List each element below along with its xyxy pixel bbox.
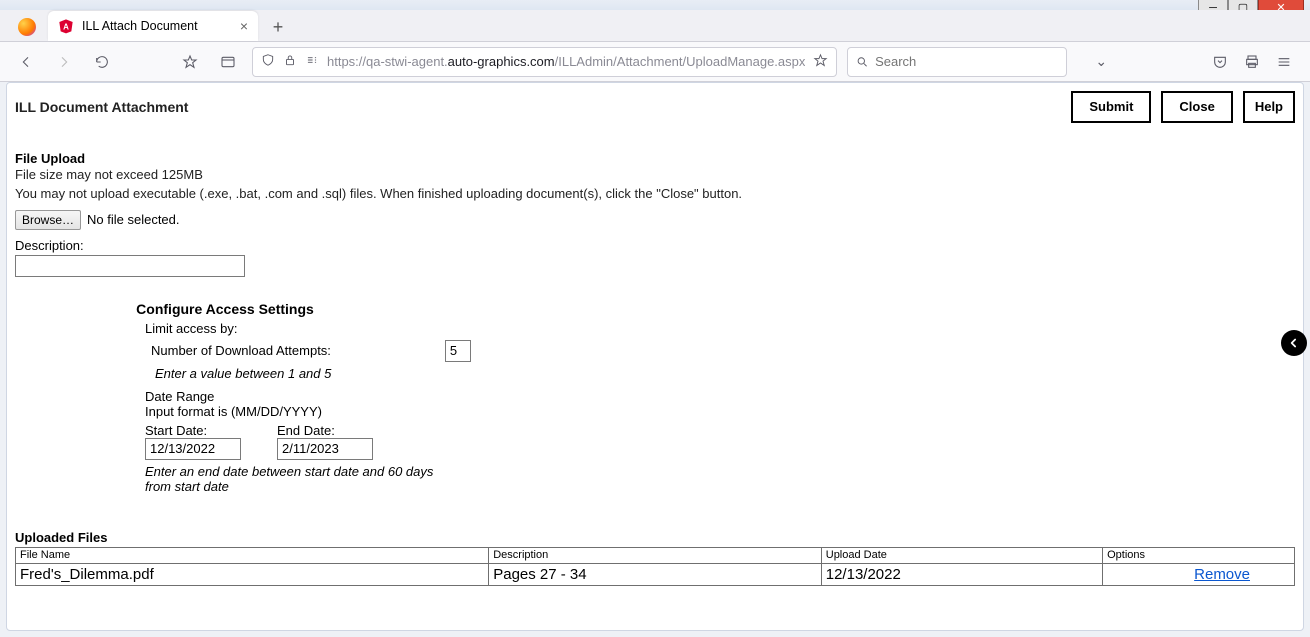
url-bar[interactable]: https://qa-stwi-agent.auto-graphics.com/… bbox=[252, 47, 837, 77]
date-format-hint: Input format is (MM/DD/YYYY) bbox=[145, 404, 1295, 419]
downloads-icon[interactable] bbox=[214, 48, 242, 76]
col-options: Options bbox=[1103, 547, 1295, 563]
pocket-icon[interactable] bbox=[1206, 48, 1234, 76]
reload-button[interactable] bbox=[88, 48, 116, 76]
description-label: Description: bbox=[15, 238, 1295, 253]
print-icon[interactable] bbox=[1238, 48, 1266, 76]
uploaded-files-table: File Name Description Upload Date Option… bbox=[15, 547, 1295, 586]
back-button[interactable] bbox=[12, 48, 40, 76]
download-attempts-hint: Enter a value between 1 and 5 bbox=[155, 366, 1295, 381]
col-upload-date: Upload Date bbox=[821, 547, 1102, 563]
tab-title: ILL Attach Document bbox=[82, 19, 198, 33]
table-row: Fred's_Dilemma.pdf Pages 27 - 34 12/13/2… bbox=[16, 563, 1295, 585]
end-date-hint: Enter an end date between start date and… bbox=[145, 464, 445, 494]
configure-heading: Configure Access Settings bbox=[95, 301, 355, 317]
help-button[interactable]: Help bbox=[1243, 91, 1295, 123]
hamburger-menu-icon[interactable] bbox=[1270, 48, 1298, 76]
search-input[interactable] bbox=[875, 54, 1058, 69]
side-panel-expand-icon[interactable] bbox=[1281, 330, 1307, 356]
forward-button bbox=[50, 48, 78, 76]
start-date-input[interactable] bbox=[145, 438, 241, 460]
close-button[interactable]: Close bbox=[1161, 91, 1232, 123]
tab-close-icon[interactable]: × bbox=[240, 18, 248, 34]
new-tab-button[interactable]: + bbox=[264, 13, 292, 41]
browse-button[interactable]: Browse… bbox=[15, 210, 81, 230]
url-text: https://qa-stwi-agent.auto-graphics.com/… bbox=[327, 54, 805, 69]
download-attempts-input[interactable] bbox=[445, 340, 471, 362]
permissions-icon bbox=[305, 53, 319, 70]
description-input[interactable] bbox=[15, 255, 245, 277]
cell-description: Pages 27 - 34 bbox=[489, 563, 822, 585]
no-file-label: No file selected. bbox=[87, 212, 180, 227]
end-date-label: End Date: bbox=[277, 423, 373, 438]
svg-text:A: A bbox=[63, 22, 69, 31]
window-titlebar bbox=[0, 0, 1310, 10]
col-description: Description bbox=[489, 547, 822, 563]
download-attempts-label: Number of Download Attempts: bbox=[151, 343, 331, 358]
submit-button[interactable]: Submit bbox=[1071, 91, 1151, 123]
limit-access-label: Limit access by: bbox=[145, 321, 1295, 336]
browser-tab[interactable]: A ILL Attach Document × bbox=[48, 11, 258, 41]
search-icon bbox=[856, 55, 869, 69]
shield-icon bbox=[261, 53, 275, 70]
bookmark-page-icon[interactable] bbox=[813, 53, 828, 71]
file-type-hint: You may not upload executable (.exe, .ba… bbox=[15, 185, 1295, 204]
overflow-chevron-icon[interactable]: ⌄ bbox=[1077, 53, 1125, 70]
remove-link[interactable]: Remove bbox=[1194, 566, 1290, 583]
start-date-label: Start Date: bbox=[145, 423, 241, 438]
col-file-name: File Name bbox=[16, 547, 489, 563]
firefox-logo-icon bbox=[18, 18, 36, 36]
page-title: ILL Document Attachment bbox=[15, 99, 188, 115]
angular-favicon-icon: A bbox=[58, 18, 74, 34]
uploaded-files-heading: Uploaded Files bbox=[15, 530, 1295, 545]
cell-upload-date: 12/13/2022 bbox=[821, 563, 1102, 585]
file-size-hint: File size may not exceed 125MB bbox=[15, 166, 1295, 185]
cell-file-name: Fred's_Dilemma.pdf bbox=[16, 563, 489, 585]
file-upload-heading: File Upload bbox=[15, 151, 1295, 166]
bookmark-star-icon[interactable] bbox=[176, 48, 204, 76]
search-bar[interactable] bbox=[847, 47, 1067, 77]
date-range-label: Date Range bbox=[145, 389, 1295, 404]
end-date-input[interactable] bbox=[277, 438, 373, 460]
lock-icon bbox=[283, 53, 297, 70]
